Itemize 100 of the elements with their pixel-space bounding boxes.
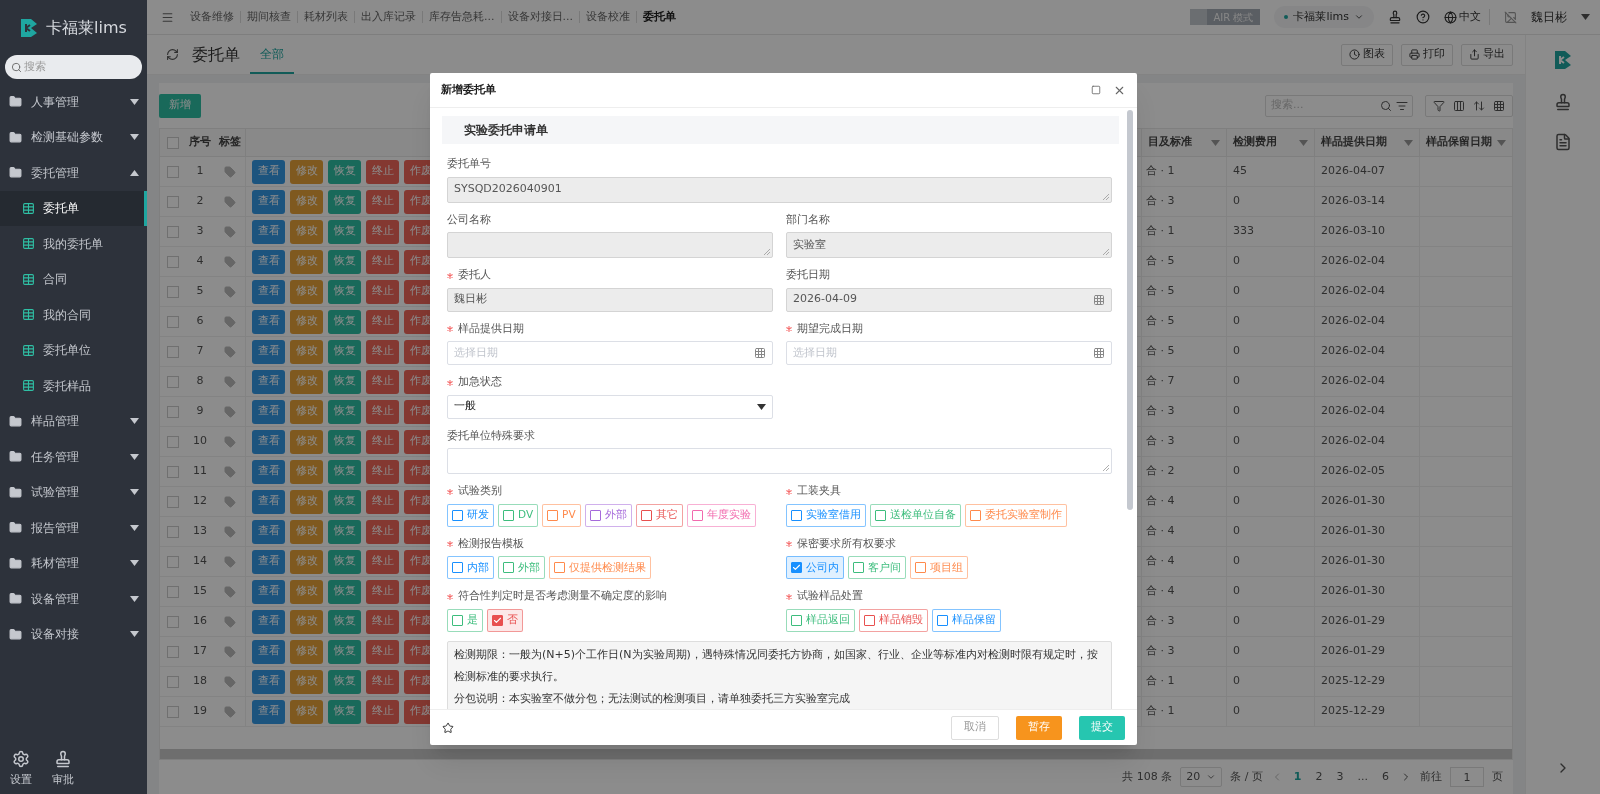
checkbox[interactable] — [166, 165, 179, 178]
org-selector[interactable]: 卡福莱lims — [1274, 6, 1374, 28]
column-header[interactable]: 样品提供日期 — [1314, 129, 1419, 156]
page-tab[interactable]: 库存告急耗... — [423, 11, 502, 23]
submit-button[interactable]: 提交 — [1079, 715, 1125, 740]
tag-icon[interactable] — [224, 705, 236, 718]
checkbox[interactable] — [166, 405, 179, 418]
restore-button[interactable]: 恢复 — [328, 399, 361, 424]
filter-tab[interactable]: 全部 — [250, 35, 294, 74]
view-button[interactable]: 查看 — [252, 609, 285, 634]
page-tab[interactable]: 设备对接日... — [501, 11, 580, 23]
view-button[interactable]: 查看 — [252, 189, 285, 214]
view-button[interactable]: 查看 — [252, 309, 285, 334]
view-button[interactable]: 查看 — [252, 489, 285, 514]
stop-button[interactable]: 终止 — [366, 429, 399, 454]
checkbox[interactable] — [166, 136, 179, 149]
restore-button[interactable]: 恢复 — [328, 189, 361, 214]
stop-button[interactable]: 终止 — [366, 459, 399, 484]
sidebar-item[interactable]: 委托管理 — [0, 155, 147, 191]
checkbox-tag[interactable]: 公司内 — [786, 556, 844, 579]
page-tab[interactable]: 耗材列表 — [298, 11, 355, 23]
stop-button[interactable]: 终止 — [366, 699, 399, 724]
checkbox-tag[interactable]: 内部 — [447, 556, 494, 579]
page-link[interactable]: ... — [1354, 768, 1371, 786]
page-link[interactable]: 2 — [1312, 768, 1326, 786]
checkbox-tag[interactable]: DV — [498, 503, 539, 527]
edit-button[interactable]: 修改 — [290, 489, 323, 514]
stop-button[interactable]: 终止 — [366, 309, 399, 334]
stop-button[interactable]: 终止 — [366, 369, 399, 394]
restore-button[interactable]: 恢复 — [328, 279, 361, 304]
restore-button[interactable]: 恢复 — [328, 609, 361, 634]
settings-button[interactable]: 设置 — [10, 749, 32, 788]
checkbox[interactable] — [452, 614, 463, 626]
checkbox[interactable] — [547, 509, 559, 521]
page-link[interactable]: 6 — [1379, 768, 1392, 786]
edit-button[interactable]: 修改 — [290, 399, 323, 424]
page-tab[interactable]: 期间核查 — [241, 11, 298, 23]
checkbox-tag[interactable]: 是 — [447, 608, 483, 632]
checkbox[interactable] — [166, 315, 179, 328]
checkbox-tag[interactable]: 外部 — [584, 503, 632, 527]
cancel-button[interactable]: 取消 — [951, 715, 999, 740]
add-button[interactable]: 新增 — [159, 93, 201, 118]
checkbox[interactable] — [554, 562, 565, 573]
column-header[interactable]: 目及标准 — [1141, 129, 1226, 156]
stop-button[interactable]: 终止 — [366, 669, 399, 694]
tag-icon[interactable] — [224, 615, 236, 628]
checkbox[interactable] — [691, 509, 703, 521]
restore-button[interactable]: 恢复 — [328, 489, 361, 514]
edit-button[interactable]: 修改 — [290, 339, 323, 364]
user-name[interactable]: 魏日彬 — [1531, 8, 1567, 26]
export-button[interactable]: 导出 — [1461, 43, 1513, 66]
checkbox[interactable] — [166, 585, 179, 598]
stop-button[interactable]: 终止 — [366, 399, 399, 424]
tag-icon[interactable] — [224, 315, 236, 328]
checkbox[interactable] — [166, 465, 179, 478]
edit-button[interactable]: 修改 — [290, 189, 323, 214]
tag-icon[interactable] — [224, 465, 236, 478]
tag-icon[interactable] — [224, 285, 236, 298]
view-button[interactable]: 查看 — [252, 429, 285, 454]
approval-button[interactable]: 审批 — [52, 749, 74, 788]
checkbox[interactable] — [166, 435, 179, 448]
stop-button[interactable]: 终止 — [366, 579, 399, 604]
tag-icon[interactable] — [224, 375, 236, 388]
help-icon[interactable] — [1416, 10, 1430, 24]
checkbox[interactable] — [853, 562, 864, 573]
refresh-icon[interactable] — [166, 48, 179, 61]
select-field[interactable]: 一般 — [447, 394, 773, 419]
tag-icon[interactable] — [224, 585, 236, 598]
checkbox[interactable] — [589, 509, 601, 521]
document-icon[interactable] — [1554, 133, 1572, 151]
sidebar-item[interactable]: 人事管理 — [0, 84, 147, 120]
sidebar-item[interactable]: 设备对接 — [0, 616, 147, 652]
tag-icon[interactable] — [224, 255, 236, 268]
restore-button[interactable]: 恢复 — [328, 219, 361, 244]
restore-button[interactable]: 恢复 — [328, 429, 361, 454]
tag-icon[interactable] — [224, 225, 236, 238]
tag-icon[interactable] — [224, 645, 236, 658]
stamp-icon[interactable] — [1388, 10, 1402, 24]
grid-icon[interactable] — [1493, 99, 1505, 112]
stop-button[interactable]: 终止 — [366, 249, 399, 274]
checkbox[interactable] — [640, 509, 652, 521]
checkbox[interactable] — [166, 615, 179, 628]
checkbox-tag[interactable]: 送检单位自备 — [870, 503, 961, 527]
view-button[interactable]: 查看 — [252, 459, 285, 484]
sidebar-item[interactable]: 检测基础参数 — [0, 119, 147, 155]
stop-button[interactable]: 终止 — [366, 549, 399, 574]
checkbox[interactable] — [791, 614, 802, 626]
checkbox[interactable] — [915, 562, 926, 573]
restore-button[interactable]: 恢复 — [328, 699, 361, 724]
sidebar-item[interactable]: 样品管理 — [0, 403, 147, 439]
search-icon[interactable] — [1380, 99, 1392, 112]
sidebar-item[interactable]: 设备管理 — [0, 581, 147, 617]
checkbox-tag[interactable]: PV — [542, 503, 581, 527]
tag-icon[interactable] — [224, 435, 236, 448]
checkbox[interactable] — [492, 614, 503, 626]
edit-button[interactable]: 修改 — [290, 159, 323, 184]
save-button[interactable]: 暂存 — [1016, 715, 1062, 740]
page-size-select[interactable]: 20 — [1180, 767, 1223, 787]
restore-button[interactable]: 恢复 — [328, 519, 361, 544]
tag-icon[interactable] — [224, 495, 236, 508]
